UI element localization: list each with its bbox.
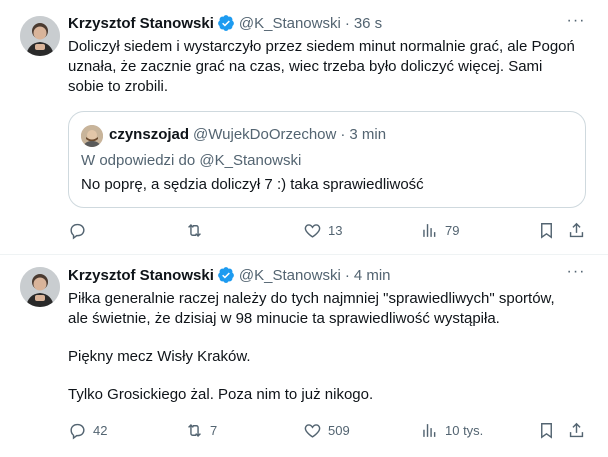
reply-icon	[70, 423, 85, 439]
views-count: 79	[445, 222, 460, 238]
tweet-text-line: Tylko Grosickiego żal. Poza nim to już n…	[68, 386, 374, 403]
retweet-count: 7	[210, 422, 218, 438]
bookmark-button[interactable]	[537, 220, 556, 240]
reply-count: 42	[93, 422, 108, 438]
tweet-timestamp[interactable]: 4 min	[354, 267, 391, 284]
quoted-author-avatar[interactable]	[81, 125, 103, 147]
quoted-tweet-text: No poprę, a sędzia doliczył 7 :) taka sp…	[81, 176, 424, 193]
bookmark-icon	[541, 422, 552, 439]
separator-dot: ·	[340, 126, 346, 143]
like-button[interactable]: 13	[303, 220, 342, 240]
bookmark-icon	[541, 222, 552, 239]
avatar-photo-icon	[20, 267, 60, 307]
like-count: 13	[328, 222, 343, 238]
tweet-header: Krzysztof Stanowski @K_Stanowski · 4 min	[68, 265, 391, 285]
tweet-text: Piłka generalnie raczej należy do tych n…	[68, 289, 588, 405]
replying-to-prefix: W odpowiedzi do	[81, 152, 196, 169]
reply-button[interactable]: 42	[68, 420, 107, 440]
tweet-timestamp[interactable]: 36 s	[354, 15, 382, 32]
author-handle[interactable]: @K_Stanowski	[239, 15, 341, 32]
tweet-text-line: Piłka generalnie raczej należy do tych n…	[68, 290, 555, 307]
quoted-tweet-header: czynszojad @WujekDoOrzechow · 3 min	[109, 126, 386, 143]
retweet-button[interactable]	[185, 220, 210, 240]
separator-dot: ·	[344, 266, 350, 284]
share-icon	[569, 422, 584, 437]
more-options-icon[interactable]: ···	[566, 13, 586, 34]
quoted-tweet-timestamp[interactable]: 3 min	[349, 126, 386, 143]
like-count: 509	[328, 422, 350, 438]
verified-badge-icon[interactable]	[217, 14, 235, 32]
quoted-author-handle[interactable]: @WujekDoOrzechow	[193, 126, 336, 143]
views-chart-icon	[423, 423, 436, 437]
tweet-text: Doliczył siedem i wystarczyło przez sied…	[68, 37, 588, 97]
tweet[interactable]: Krzysztof Stanowski @K_Stanowski · 4 min…	[0, 255, 608, 457]
retweet-icon	[188, 223, 201, 237]
tweet-header: Krzysztof Stanowski @K_Stanowski · 36 s	[68, 13, 382, 33]
avatar-photo-icon	[81, 125, 103, 147]
tweet-text-line: ale świetnie, że dzisiaj w 98 minucie ta…	[68, 310, 500, 327]
retweet-icon	[188, 423, 201, 437]
reply-button[interactable]	[68, 220, 93, 240]
separator-dot: ·	[344, 14, 350, 32]
replying-to-label: W odpowiedzi do @K_Stanowski	[81, 152, 301, 169]
more-options-icon[interactable]: ···	[566, 264, 586, 285]
replying-to-mention[interactable]: @K_Stanowski	[199, 152, 301, 169]
tweet-actions: 13 79	[68, 220, 588, 240]
author-avatar[interactable]	[20, 267, 60, 307]
author-name[interactable]: Krzysztof Stanowski	[68, 267, 214, 284]
tweet-actions: 42 7 509 10 tys.	[68, 420, 588, 440]
views-button[interactable]: 10 tys.	[420, 420, 483, 440]
views-chart-icon	[423, 223, 436, 237]
tweet-text-line: uznała, że zacznie grać na czas, wiec tr…	[68, 58, 543, 75]
views-count: 10 tys.	[445, 422, 484, 438]
author-handle[interactable]: @K_Stanowski	[239, 267, 341, 284]
tweet-text-line: Doliczył siedem i wystarczyło przez sied…	[68, 38, 575, 55]
tweet-text-line: sobie to zrobili.	[68, 78, 169, 95]
retweet-button[interactable]: 7	[185, 420, 217, 440]
quoted-author-name[interactable]: czynszojad	[109, 126, 189, 143]
share-button[interactable]	[567, 220, 586, 240]
avatar-photo-icon	[20, 16, 60, 56]
verified-badge-icon[interactable]	[217, 266, 235, 284]
bookmark-button[interactable]	[537, 420, 556, 440]
heart-icon	[304, 423, 321, 438]
share-icon	[569, 222, 584, 237]
heart-icon	[304, 223, 321, 238]
views-button[interactable]: 79	[420, 220, 459, 240]
tweet[interactable]: Krzysztof Stanowski @K_Stanowski · 36 s …	[0, 0, 608, 255]
author-avatar[interactable]	[20, 16, 60, 56]
reply-icon	[70, 223, 85, 239]
author-name[interactable]: Krzysztof Stanowski	[68, 15, 214, 32]
share-button[interactable]	[567, 420, 586, 440]
tweet-text-line: Piękny mecz Wisły Kraków.	[68, 348, 251, 365]
like-button[interactable]: 509	[303, 420, 350, 440]
quoted-tweet[interactable]: czynszojad @WujekDoOrzechow · 3 min W od…	[68, 111, 586, 208]
